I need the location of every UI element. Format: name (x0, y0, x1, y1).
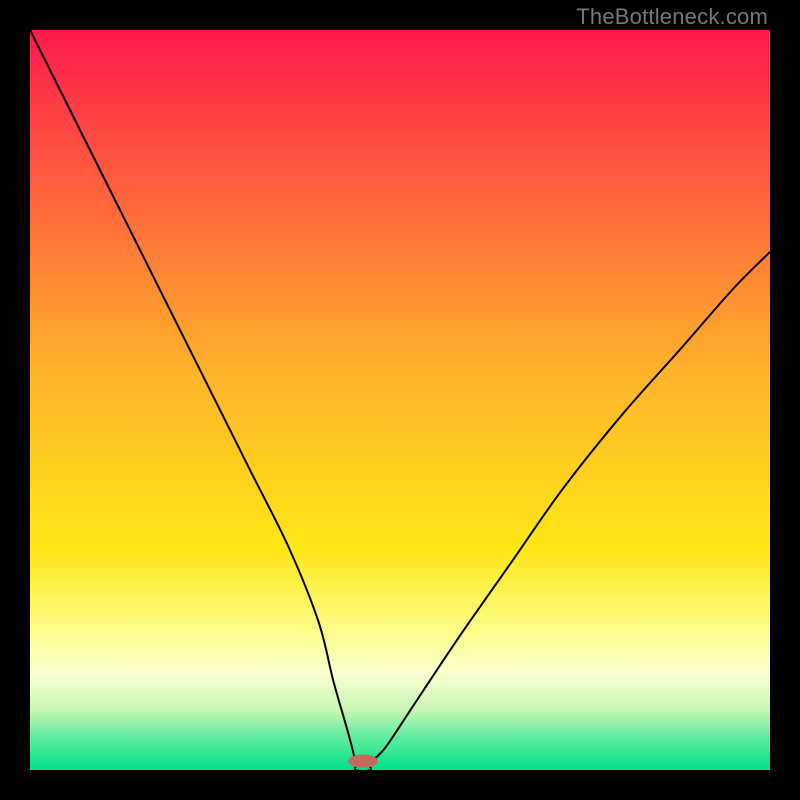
optimal-point-marker (348, 754, 378, 767)
gradient-background (30, 30, 770, 770)
chart-frame: TheBottleneck.com (0, 0, 800, 800)
watermark-text: TheBottleneck.com (576, 4, 768, 30)
plot-area (30, 30, 770, 770)
chart-svg (30, 30, 770, 770)
